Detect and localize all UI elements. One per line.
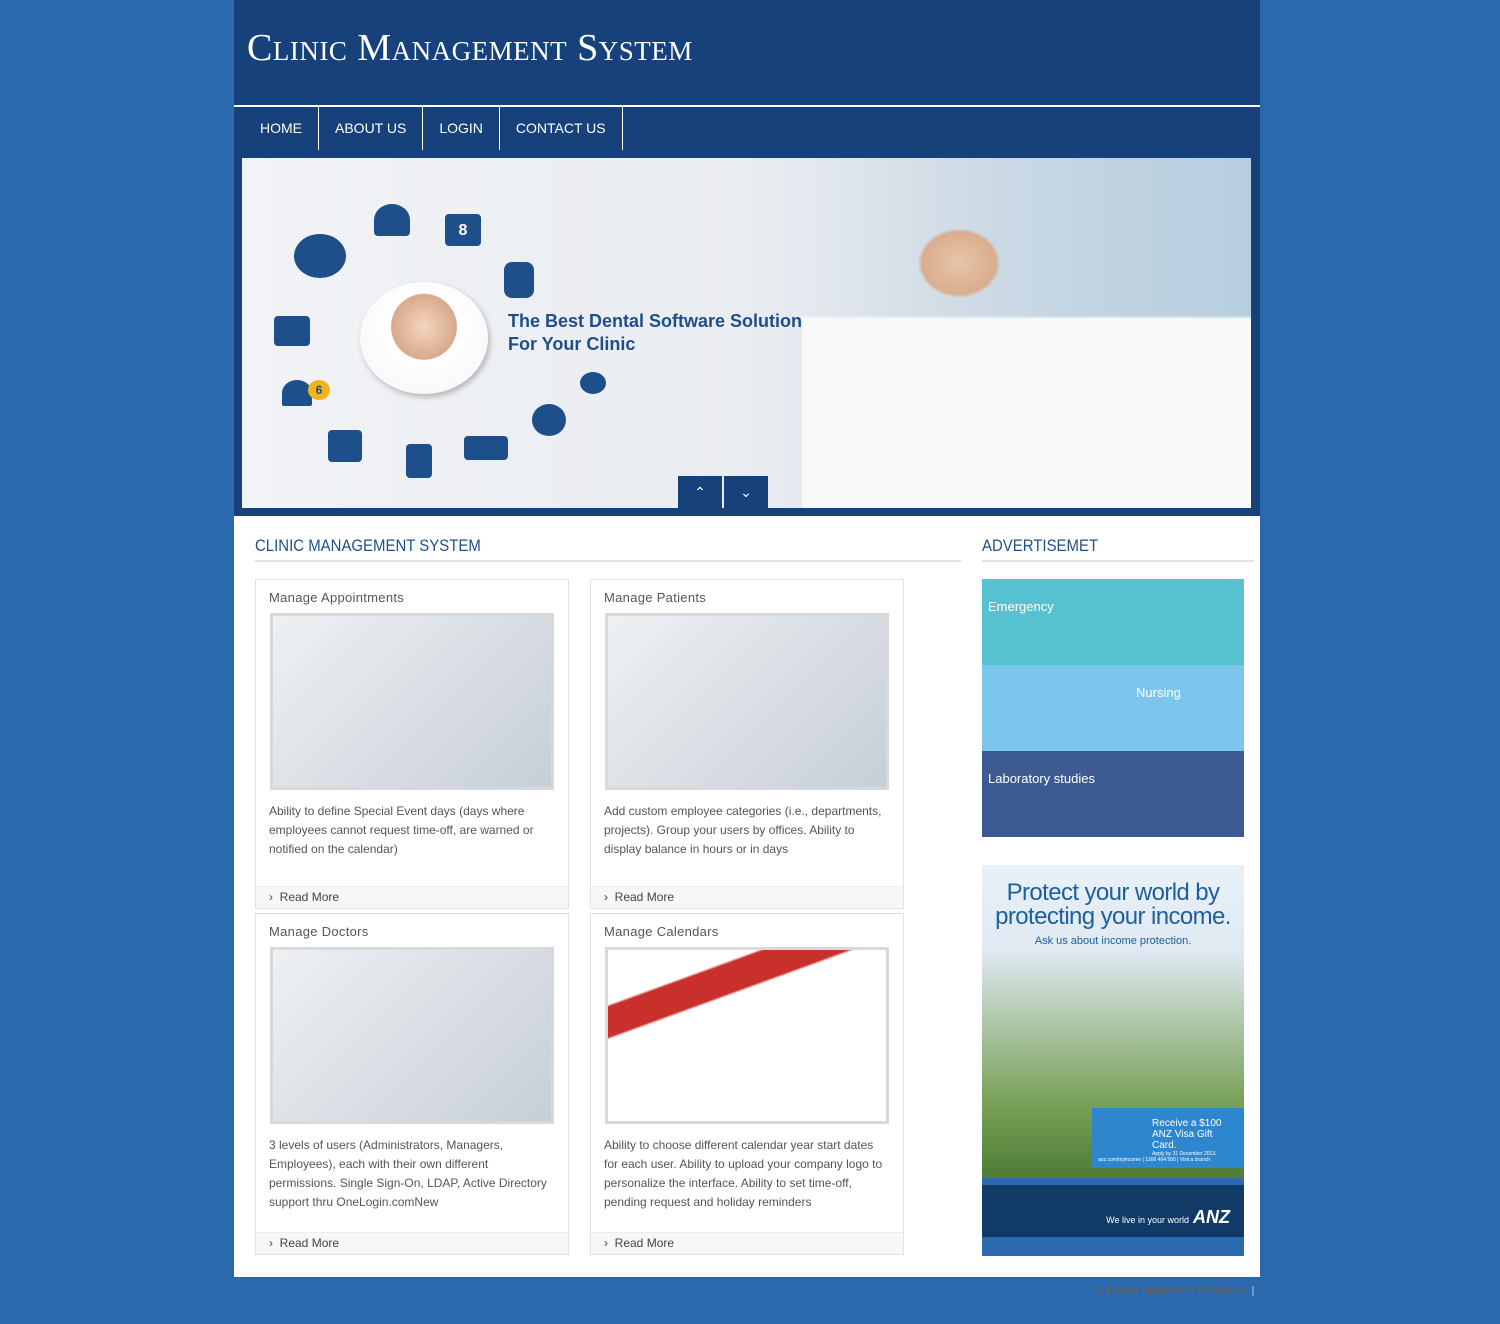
read-more-label: Read More (279, 890, 340, 904)
slogan-line-1: The Best Dental Software Solution (508, 311, 803, 331)
briefcase-icon (328, 430, 362, 462)
slogan-line-2: For Your Clinic (508, 334, 636, 354)
read-more-link[interactable]: › Read More (591, 886, 903, 908)
card-manage-patients: Manage Patients Add custom employee cate… (590, 579, 904, 909)
ad-anz-income-protection[interactable]: Protect your world by protecting your in… (982, 865, 1244, 1256)
card-manage-calendars: Manage Calendars Ability to choose diffe… (590, 913, 904, 1255)
navbar: HOME ABOUT US LOGIN CONTACT US (234, 105, 1260, 150)
wifi-icon (282, 380, 312, 406)
card-text: Ability to choose different calendar yea… (604, 1138, 883, 1209)
footer-separator: | (1251, 1285, 1255, 1297)
card-image (270, 947, 554, 1124)
header: Clinic Management System (234, 0, 1260, 105)
hero-slider: 8 6 The Best Dental Software Solution Fo… (242, 158, 1251, 508)
ad-band-laboratory: Laboratory studies (982, 751, 1244, 837)
card-image (270, 613, 554, 790)
read-more-label: Read More (279, 1236, 340, 1250)
mouse-icon (294, 234, 346, 278)
nav-about-us[interactable]: ABOUT US (319, 107, 424, 150)
calculator-icon (406, 444, 432, 478)
nav-contact-us[interactable]: CONTACT US (500, 107, 623, 150)
read-more-link[interactable]: › Read More (256, 886, 568, 908)
card-manage-appointments: Manage Appointments Ability to define Sp… (255, 579, 569, 909)
card-image (605, 613, 889, 790)
card-title: Manage Calendars (604, 924, 719, 939)
card-title: Manage Patients (604, 590, 707, 605)
card-text: Ability to define Special Event days (da… (269, 804, 534, 856)
anz-banner: We live in your world ANZ (982, 1185, 1244, 1237)
doctor-photo (802, 158, 1251, 508)
footer-copyright: © Doctor Appointment System (1096, 1285, 1244, 1297)
site-title[interactable]: Clinic Management System (247, 26, 693, 70)
nav-home[interactable]: HOME (244, 107, 319, 150)
slider-slogan: The Best Dental Software Solution For Yo… (508, 310, 802, 356)
card-text: 3 levels of users (Administrators, Manag… (269, 1138, 547, 1209)
chevron-up-icon: ⌃ (694, 484, 706, 500)
divider (982, 560, 1254, 562)
anz-tagline: We live in your world (1106, 1215, 1189, 1225)
dental-tools-icon (504, 262, 534, 298)
sidebar-title: ADVERTISEMET (982, 536, 1099, 555)
user-icon (374, 204, 410, 236)
slider-next-button[interactable]: ⌄ (724, 476, 768, 508)
slider-prev-button[interactable]: ⌃ (678, 476, 722, 508)
gift-line-1: Receive a $100 (1152, 1118, 1222, 1129)
ad-headline: Protect your world by protecting your in… (995, 879, 1231, 930)
assistant-photo (360, 282, 488, 394)
read-more-label: Read More (614, 890, 675, 904)
gift-contact: anz.com/myincome | 1300 464 500 | Visit … (1098, 1157, 1211, 1163)
chevron-down-icon: ⌄ (740, 484, 752, 500)
ad-subline: Ask us about income protection. (1034, 935, 1192, 947)
read-more-link[interactable]: › Read More (256, 1232, 568, 1254)
read-more-link[interactable]: › Read More (591, 1232, 903, 1254)
read-more-label: Read More (614, 1236, 675, 1250)
barcode-icon (464, 436, 508, 460)
ad-medical-services[interactable]: Emergency Nursing Laboratory studies (982, 579, 1244, 837)
ad-band-label: Emergency (988, 599, 1054, 614)
notification-badge: 6 (308, 380, 330, 400)
main-content: CLINIC MANAGEMENT SYSTEM ADVERTISEMET Ma… (234, 516, 1260, 1277)
ad-band-label: Laboratory studies (988, 771, 1095, 786)
ad-band-emergency: Emergency (982, 579, 1244, 665)
card-title: Manage Doctors (269, 924, 369, 939)
card-text: Add custom employee categories (i.e., de… (604, 804, 882, 856)
chevron-right-icon: › (604, 890, 615, 904)
ad-band-label: Nursing (1136, 685, 1181, 700)
molecule-icon (580, 372, 606, 394)
anz-logo: ANZ (1193, 1207, 1230, 1227)
divider (255, 560, 961, 562)
media-icon (274, 316, 310, 346)
slider-controls: ⌃ ⌄ (678, 476, 768, 508)
gift-card-offer: Receive a $100 ANZ Visa Gift Card. Apply… (1092, 1108, 1244, 1168)
calendar-icon: 8 (445, 214, 481, 246)
gift-line-2: ANZ Visa Gift Card. (1152, 1129, 1213, 1151)
nav-login[interactable]: LOGIN (423, 107, 500, 150)
ad-band-nursing: Nursing (982, 665, 1244, 751)
chevron-right-icon: › (269, 1236, 280, 1250)
card-title: Manage Appointments (269, 590, 405, 605)
card-manage-doctors: Manage Doctors 3 levels of users (Admini… (255, 913, 569, 1255)
slider-frame: 8 6 The Best Dental Software Solution Fo… (234, 150, 1260, 516)
section-title: CLINIC MANAGEMENT SYSTEM (255, 536, 481, 555)
page: Clinic Management System HOME ABOUT US L… (234, 0, 1260, 1277)
chevron-right-icon: › (269, 890, 280, 904)
card-image (605, 947, 889, 1124)
pie-chart-icon (532, 404, 566, 436)
chevron-right-icon: › (604, 1236, 615, 1250)
footer: © Doctor Appointment System | (1096, 1285, 1254, 1297)
